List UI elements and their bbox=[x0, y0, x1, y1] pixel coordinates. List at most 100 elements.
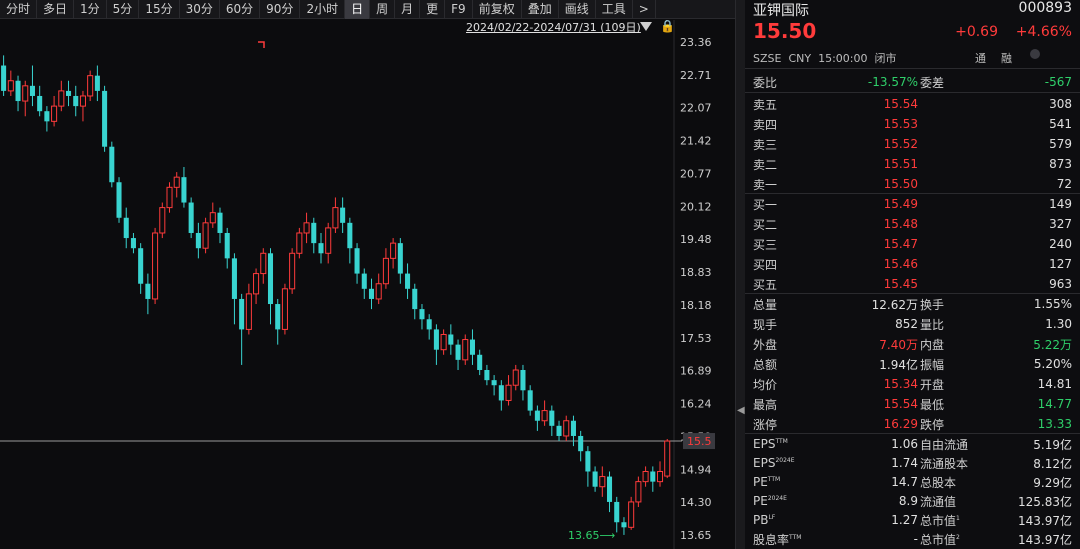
candle-body bbox=[281, 288, 288, 330]
candle-body bbox=[419, 309, 425, 320]
fundamental-label2: 流通股本 bbox=[920, 455, 968, 472]
toolbar-item-15[interactable]: 叠加 bbox=[522, 0, 559, 19]
panel-splitter[interactable]: ◀ bbox=[735, 0, 745, 549]
bids-price: 15.49 bbox=[883, 197, 918, 211]
tong-badge[interactable]: 通 bbox=[975, 50, 986, 66]
bids-row: 买四 15.46 127 bbox=[753, 254, 1072, 274]
toolbar-item-7[interactable]: 90分 bbox=[260, 0, 301, 19]
toolbar-item-0[interactable]: 分时 bbox=[0, 0, 38, 19]
asks-label: 卖三 bbox=[753, 137, 778, 152]
stat-label: 涨停 bbox=[753, 417, 778, 432]
mini-dot-icon[interactable] bbox=[1030, 49, 1040, 59]
asks-volume: 541 bbox=[1049, 117, 1072, 131]
stat-row: 总额 1.94亿 振幅 5.20% bbox=[753, 354, 1072, 374]
y-tick-label: 20.12 bbox=[680, 201, 712, 214]
fundamental-label2-text: 总市值 bbox=[920, 532, 957, 547]
candle-body bbox=[275, 304, 281, 330]
y-tick-label: 16.24 bbox=[680, 397, 712, 410]
candle-body bbox=[51, 105, 58, 122]
stat-value: 15.34 bbox=[883, 377, 918, 391]
toolbar-item-6[interactable]: 60分 bbox=[220, 0, 261, 19]
candle-body bbox=[397, 243, 403, 274]
candle-body bbox=[166, 186, 173, 209]
candle-body bbox=[29, 85, 35, 96]
toolbar-item-18[interactable]: > bbox=[633, 0, 656, 19]
candle-body bbox=[202, 222, 209, 249]
candle-body bbox=[606, 476, 613, 502]
toolbar-item-17[interactable]: 工具 bbox=[596, 0, 633, 19]
toolbar-item-4[interactable]: 15分 bbox=[139, 0, 180, 19]
candle-body bbox=[585, 451, 591, 472]
y-tick-label: 22.71 bbox=[680, 69, 712, 82]
toolbar-item-11[interactable]: 月 bbox=[395, 0, 421, 19]
toolbar-item-2[interactable]: 1分 bbox=[74, 0, 107, 19]
weibi-value: -13.57% bbox=[867, 75, 918, 89]
candle-body bbox=[578, 435, 584, 452]
date-range-dropdown-icon[interactable] bbox=[640, 22, 652, 31]
candle-body bbox=[664, 440, 671, 477]
fundamental-label: 股息率TTM bbox=[753, 531, 801, 548]
bids-volume: 963 bbox=[1049, 277, 1072, 291]
candle-body bbox=[325, 227, 332, 254]
candle-body bbox=[621, 522, 627, 528]
last-price: 15.50 bbox=[753, 19, 817, 43]
candle-body bbox=[289, 252, 296, 290]
candle-body bbox=[152, 232, 159, 300]
date-range-label[interactable]: 2024/02/22-2024/07/31 (109日) bbox=[466, 19, 641, 35]
period-toolbar: 分时 多日 1分 5分 15分 30分 60分 90分 2小时日周月更 F9 前复权 叠加 画线 工具 > bbox=[0, 0, 735, 19]
y-tick-label: 19.48 bbox=[680, 233, 712, 246]
candle-body bbox=[390, 242, 397, 259]
candle-body bbox=[354, 248, 360, 274]
stat-value: 7.40万 bbox=[879, 337, 918, 352]
fundamental-value: 8.9 bbox=[898, 494, 918, 508]
rong-badge[interactable]: 融 bbox=[1001, 50, 1012, 66]
bids-volume: 240 bbox=[1049, 237, 1072, 251]
candle-body bbox=[253, 273, 260, 295]
fundamental-value2: 125.83亿 bbox=[1018, 494, 1072, 509]
toolbar-item-12[interactable]: 更 bbox=[420, 0, 446, 19]
candle-body bbox=[138, 248, 144, 284]
fundamental-value: 1.74 bbox=[891, 456, 918, 470]
candlestick-chart[interactable]: 23.36 22.71 22.07 21.42 20.77 20.12 19.48 18.83… bbox=[0, 20, 735, 549]
y-tick-label: 14.30 bbox=[680, 496, 712, 509]
y-tick-label: 18.83 bbox=[680, 266, 712, 279]
lock-icon[interactable]: 🔒 bbox=[660, 19, 675, 33]
weicha-label: 委差 bbox=[920, 75, 945, 90]
candle-body bbox=[217, 212, 223, 233]
toolbar-item-5[interactable]: 30分 bbox=[180, 0, 220, 19]
fundamental-label-sup: LF bbox=[768, 514, 776, 521]
fundamental-label2-text: 总市值 bbox=[920, 513, 957, 528]
toolbar-item-10[interactable]: 周 bbox=[370, 0, 396, 19]
asks-row: 卖一 15.50 72 bbox=[753, 174, 1072, 194]
asks-price: 15.54 bbox=[883, 97, 918, 111]
y-tick-label: 20.77 bbox=[680, 168, 712, 181]
fundamental-label-text: PB bbox=[753, 513, 769, 527]
toolbar-item-1[interactable]: 多日 bbox=[37, 0, 75, 19]
fundamental-label2-text: 流通股本 bbox=[920, 456, 969, 471]
candle-body bbox=[382, 257, 389, 285]
bids-label: 买三 bbox=[753, 237, 778, 252]
fundamental-label2-text: 总股本 bbox=[920, 475, 957, 490]
kline-chart-panel[interactable]: 23.36 22.71 22.07 21.42 20.77 20.12 19.48 18.83… bbox=[0, 20, 735, 549]
stat-label: 均价 bbox=[753, 377, 778, 392]
y-tick-label: 14.94 bbox=[680, 463, 712, 476]
fundamental-label: PETTM bbox=[753, 475, 801, 489]
stat-row: 涨停 16.29 跌停 13.33 bbox=[753, 414, 1072, 434]
candle-body bbox=[87, 75, 94, 97]
toolbar-item-3[interactable]: 5分 bbox=[107, 0, 140, 19]
asks-volume: 579 bbox=[1049, 137, 1072, 151]
toolbar-item-13[interactable]: F9 bbox=[445, 0, 473, 19]
stat-label: 最高 bbox=[753, 397, 778, 412]
fundamental-value2: 143.97亿 bbox=[1018, 513, 1072, 528]
candle-body bbox=[123, 217, 129, 239]
toolbar-item-9[interactable]: 日 bbox=[345, 0, 371, 19]
toolbar-item-16[interactable]: 画线 bbox=[559, 0, 596, 19]
collapse-arrow-icon[interactable]: ◀ bbox=[737, 405, 745, 416]
fundamental-label-sup: TTM bbox=[767, 476, 781, 483]
toolbar-item-14[interactable]: 前复权 bbox=[473, 0, 522, 19]
candle-body bbox=[512, 369, 519, 386]
fundamental-value: 1.27 bbox=[891, 513, 918, 527]
bids-row: 买一 15.49 149 bbox=[753, 194, 1072, 214]
toolbar-item-8[interactable]: 2小时 bbox=[300, 0, 346, 19]
y-tick-label: 16.89 bbox=[680, 365, 712, 378]
